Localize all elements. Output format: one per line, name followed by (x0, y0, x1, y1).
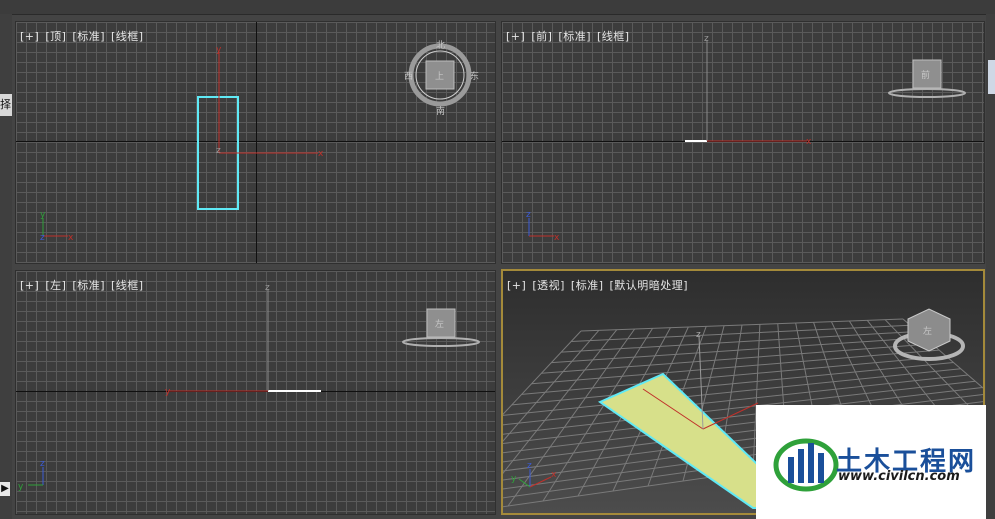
viewport-top[interactable]: [+] [顶] [标准] [线框] y x z 上 北 南 东 西 y x z (15, 21, 496, 264)
gizmo-z-label: z (265, 283, 270, 293)
gizmo-x-label: x (318, 149, 324, 159)
tripod-x-label: x (551, 470, 557, 480)
viewcube-face-label: 左 (435, 318, 444, 330)
viewcube-face-label: 前 (921, 69, 930, 81)
tripod-x-label: x (554, 233, 560, 243)
tripod-x-label: x (68, 233, 74, 243)
gizmo-y-label: y (216, 45, 222, 55)
front-view-scene: z x 前 z x (526, 34, 966, 243)
viewcube-face-label: 上 (435, 71, 444, 82)
left-panel-tab[interactable]: 择 (0, 94, 12, 116)
viewcube-face-label: 左 (923, 325, 932, 337)
viewport-front[interactable]: [+] [前] [标准] [线框] z x 前 z x (501, 21, 985, 264)
gizmo-y-label: y (165, 387, 171, 397)
right-command-strip (986, 14, 995, 519)
viewcube[interactable]: 前 (888, 59, 966, 98)
gizmo-z-label: z (704, 34, 709, 44)
tripod-y-label: y (18, 482, 24, 492)
top-view-scene: y x z 上 北 南 东 西 y x z (40, 40, 479, 243)
tripod-y-label: y (40, 210, 46, 220)
tripod-z-label: z (40, 233, 45, 243)
tripod-z-label: z (527, 461, 532, 471)
viewcube[interactable]: 左 (893, 308, 965, 361)
gizmo-x-label: x (806, 137, 812, 147)
tripod-z-label: z (526, 210, 531, 220)
gizmo-z-label: z (216, 146, 221, 156)
world-axis-tripod: y x z (40, 210, 74, 243)
grid-line (503, 329, 618, 474)
top-toolbar (0, 0, 995, 15)
gizmo-z-label: z (696, 330, 701, 340)
viewcube[interactable]: 左 (402, 308, 480, 347)
viewport-left[interactable]: [+] [左] [标准] [线框] z y 左 z y (15, 270, 496, 515)
compass-west-label: 西 (404, 71, 413, 82)
watermark-url: www.civilcn.com (838, 469, 960, 484)
world-axis-tripod: z x (526, 210, 560, 243)
right-panel-tab[interactable] (988, 60, 995, 94)
tripod-y-label: y (511, 474, 517, 484)
world-axis-tripod: z y (18, 459, 45, 492)
compass-north-label: 北 (436, 40, 445, 51)
tripod-z-label: z (40, 459, 45, 469)
compass-south-label: 南 (436, 105, 445, 117)
left-view-scene: z y 左 z y (18, 283, 480, 492)
watermark-logo: 土木工程网 www.civilcn.com (756, 405, 986, 519)
expand-arrow-button[interactable]: ▶ (0, 482, 10, 496)
compass-east-label: 东 (470, 70, 479, 82)
viewcube-compass[interactable]: 上 北 南 东 西 (404, 40, 479, 117)
left-command-strip: 择 ▶ (0, 14, 12, 519)
